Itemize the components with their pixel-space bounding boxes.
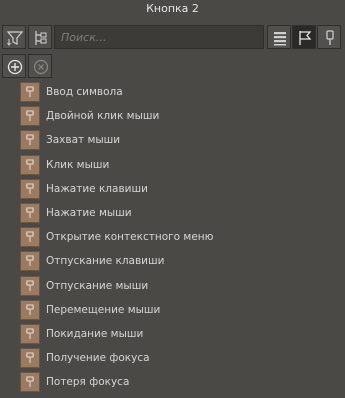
event-item[interactable]: Перемещение мыши bbox=[20, 298, 335, 322]
event-plug-icon bbox=[20, 130, 40, 151]
pin-icon bbox=[326, 30, 334, 45]
event-plug-icon bbox=[20, 372, 40, 393]
event-plug-icon bbox=[20, 348, 40, 369]
sort-filter-icon bbox=[6, 31, 24, 46]
event-item[interactable]: Клик мыши bbox=[20, 153, 335, 177]
event-plug-icon bbox=[20, 299, 40, 320]
event-plug-icon bbox=[20, 154, 40, 175]
event-item[interactable]: Отпускание мыши bbox=[20, 274, 335, 298]
event-item[interactable]: Нажатие мыши bbox=[20, 201, 335, 225]
toolbar bbox=[0, 25, 345, 53]
event-item[interactable]: Покидание мыши bbox=[20, 322, 335, 346]
tree-filter-button[interactable] bbox=[28, 25, 52, 49]
event-item-label: Захват мыши bbox=[46, 134, 121, 147]
search-field[interactable] bbox=[54, 25, 267, 49]
flag-icon bbox=[299, 31, 312, 45]
event-item-label: Потеря фокуса bbox=[46, 376, 130, 389]
add-icon bbox=[7, 59, 23, 75]
event-item-label: Нажатие клавиши bbox=[46, 182, 148, 195]
event-item-label: Клик мыши bbox=[46, 158, 110, 171]
event-list: Ввод символа Двойной клик мыши Захват мы… bbox=[20, 80, 335, 394]
event-plug-icon bbox=[20, 251, 40, 272]
search-input[interactable] bbox=[55, 26, 267, 49]
event-item[interactable]: Нажатие клавиши bbox=[20, 177, 335, 201]
event-item-label: Открытие контекстного меню bbox=[46, 231, 214, 244]
event-plug-icon bbox=[20, 178, 40, 199]
list-view-icon bbox=[274, 32, 286, 46]
event-plug-icon bbox=[20, 323, 40, 344]
event-item-label: Двойной клик мыши bbox=[46, 110, 160, 123]
event-plug-icon bbox=[20, 275, 40, 296]
event-item-label: Нажатие мыши bbox=[46, 207, 132, 220]
sort-filter-button[interactable] bbox=[2, 25, 26, 49]
event-item[interactable]: Потеря фокуса bbox=[20, 370, 335, 394]
event-plug-icon bbox=[20, 203, 40, 224]
panel-title: Кнопка 2 bbox=[146, 2, 199, 15]
event-item[interactable]: Открытие контекстного меню bbox=[20, 225, 335, 249]
event-item[interactable]: Захват мыши bbox=[20, 128, 335, 152]
event-plug-icon bbox=[20, 106, 40, 127]
event-panel: Кнопка 2 Поиск... Ввод символа Двойной к… bbox=[0, 0, 345, 398]
event-item-label: Отпускание клавиши bbox=[46, 255, 165, 268]
event-plug-icon bbox=[20, 227, 40, 248]
remove-button[interactable] bbox=[28, 54, 52, 78]
event-item[interactable]: Двойной клик мыши bbox=[20, 104, 335, 128]
event-item-label: Ввод символа bbox=[46, 86, 123, 99]
remove-icon bbox=[33, 59, 49, 75]
event-item-label: Отпускание мыши bbox=[46, 279, 149, 292]
event-item-label: Перемещение мыши bbox=[46, 303, 161, 316]
add-button[interactable] bbox=[2, 54, 26, 78]
event-item-label: Получение фокуса bbox=[46, 352, 150, 365]
list-view-button[interactable] bbox=[267, 25, 291, 49]
pin-button[interactable] bbox=[317, 25, 341, 49]
event-item[interactable]: Ввод символа bbox=[20, 80, 335, 104]
event-item[interactable]: Отпускание клавиши bbox=[20, 249, 335, 273]
event-item[interactable]: Получение фокуса bbox=[20, 346, 335, 370]
tree-filter-icon bbox=[35, 31, 47, 45]
event-item-label: Покидание мыши bbox=[46, 327, 144, 340]
event-plug-icon bbox=[20, 82, 40, 103]
flag-button[interactable] bbox=[292, 25, 316, 49]
